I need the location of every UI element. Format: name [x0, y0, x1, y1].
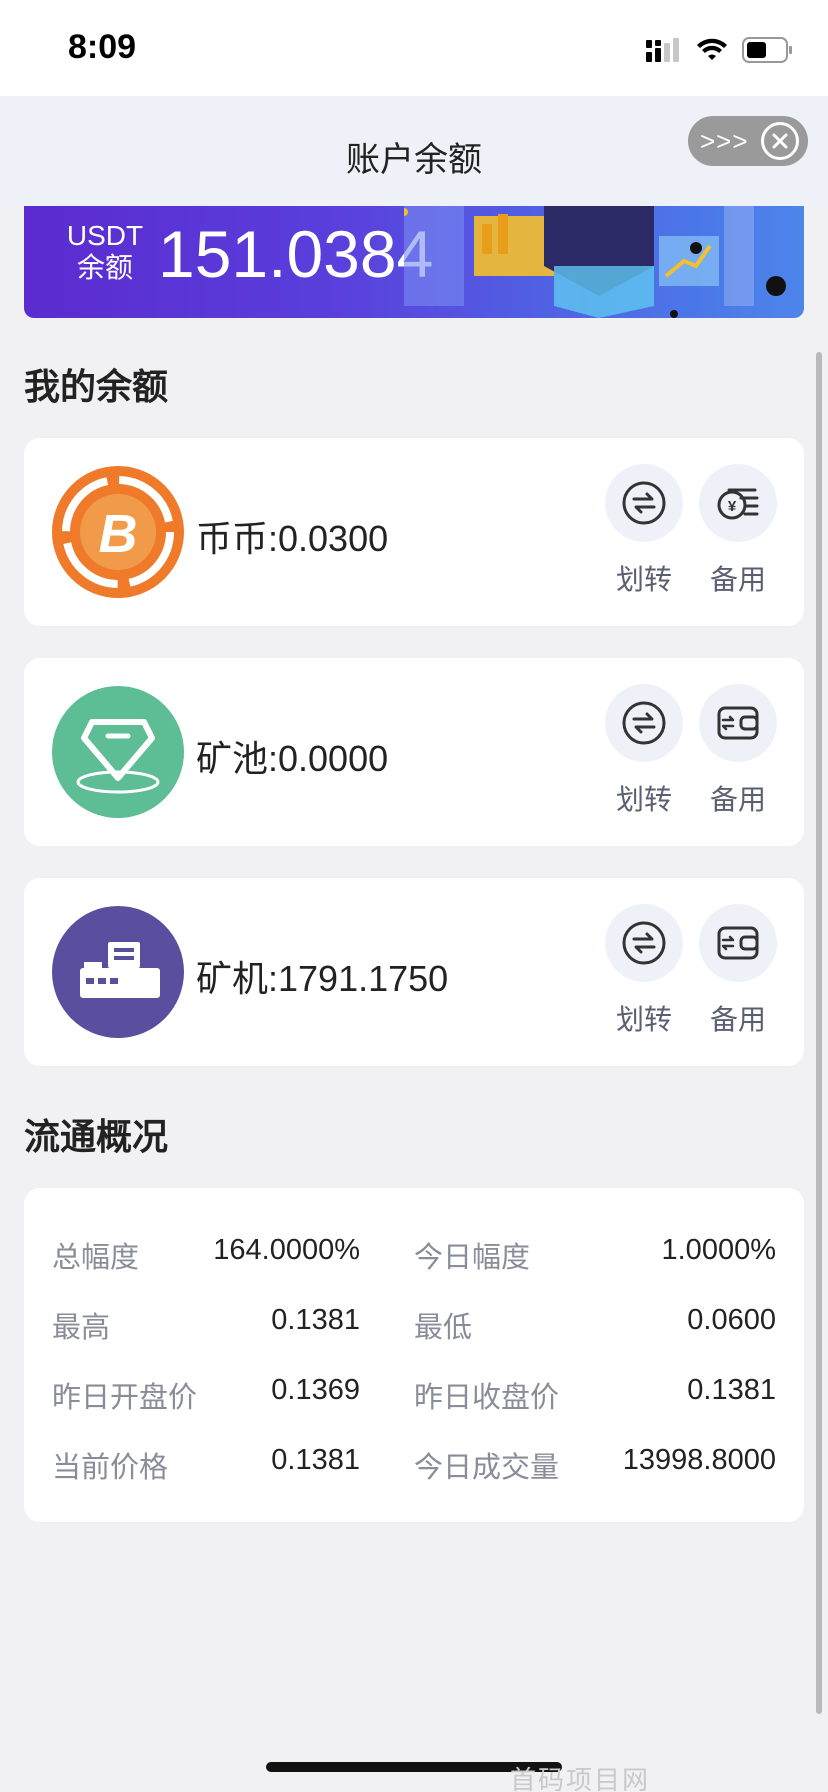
stat-row: 最高 0.1381 最低 0.0600 — [52, 1304, 776, 1344]
svg-text:B: B — [99, 504, 138, 564]
watermark-text: 首码项目网 www.E318.c — [510, 1766, 651, 1792]
stat-label: 最高 — [52, 1312, 111, 1344]
stat-value: 0.0600 — [687, 1304, 776, 1336]
stat-label: 今日成交量 — [414, 1452, 560, 1484]
banner-label-text: 余额 — [76, 252, 133, 283]
capsule-arrows[interactable]: >>> — [700, 126, 749, 157]
transfer-icon — [622, 921, 666, 965]
banner-label-currency: USDT — [66, 220, 144, 251]
coins-icon: ¥ — [717, 488, 759, 520]
stat-label: 今日幅度 — [414, 1242, 531, 1274]
asset-balance-text: 矿机:1791.1750 — [196, 958, 449, 999]
transfer-icon — [622, 481, 666, 525]
transfer-label[interactable]: 划转 — [604, 998, 684, 1038]
transfer-button-circle[interactable] — [605, 684, 683, 762]
transfer-button-circle[interactable] — [605, 464, 683, 542]
standby-label[interactable]: 备用 — [698, 778, 778, 818]
asset-balance-text: 矿池:0.0000 — [196, 738, 389, 779]
svg-text:¥: ¥ — [728, 498, 737, 515]
stat-label: 当前价格 — [52, 1452, 169, 1484]
stat-value: 0.1381 — [271, 1304, 360, 1336]
section-title-my-balance: 我的余额 — [24, 366, 169, 407]
stat-value: 164.0000% — [213, 1234, 360, 1266]
stat-row: 当前价格 0.1381 今日成交量 13998.8000 — [52, 1444, 776, 1484]
miniprogram-capsule[interactable]: >>> — [688, 116, 808, 166]
transfer-button[interactable]: 划转 — [604, 464, 684, 598]
status-bar: 8:09 — [0, 0, 828, 96]
stat-value: 0.1369 — [271, 1374, 360, 1406]
transfer-button[interactable]: 划转 — [604, 904, 684, 1038]
mining-machine-icon — [52, 906, 184, 1038]
standby-button-circle[interactable] — [699, 684, 777, 762]
stat-label: 昨日开盘价 — [52, 1382, 198, 1414]
asset-card-miner: 矿机:1791.1750 划转 备用 — [24, 878, 804, 1066]
stat-value: 1.0000% — [661, 1234, 777, 1266]
standby-button[interactable]: ¥ 备用 — [698, 464, 778, 598]
navigation-bar: 账户余额 >>> — [0, 96, 828, 206]
standby-button[interactable]: 备用 — [698, 684, 778, 818]
stat-label: 总幅度 — [52, 1242, 140, 1274]
bitcoin-b-icon: B — [52, 466, 184, 598]
wallet-icon — [717, 706, 759, 740]
transfer-label[interactable]: 划转 — [604, 778, 684, 818]
asset-card-pool: 矿池:0.0000 划转 备用 — [24, 658, 804, 846]
transfer-button[interactable]: 划转 — [604, 684, 684, 818]
standby-button-circle[interactable]: ¥ — [699, 464, 777, 542]
diamond-icon — [52, 686, 184, 818]
transfer-icon — [622, 701, 666, 745]
standby-label[interactable]: 备用 — [698, 558, 778, 598]
cellular-signal-icon — [646, 38, 679, 62]
close-icon[interactable] — [761, 122, 799, 160]
stat-label: 昨日收盘价 — [414, 1382, 560, 1414]
stat-value: 0.1381 — [687, 1374, 776, 1406]
banner-label: USDT 余额 — [62, 220, 148, 284]
transfer-button-circle[interactable] — [605, 904, 683, 982]
asset-card-spot: B 币币:0.0300 划转 ¥ 备用 — [24, 438, 804, 626]
stat-value: 13998.8000 — [622, 1444, 776, 1476]
transfer-label[interactable]: 划转 — [604, 558, 684, 598]
standby-button[interactable]: 备用 — [698, 904, 778, 1038]
battery-icon — [742, 37, 792, 63]
stat-value: 0.1381 — [271, 1444, 360, 1476]
section-title-circulation: 流通概况 — [24, 1116, 169, 1157]
status-icons — [646, 36, 794, 64]
stat-row: 昨日开盘价 0.1369 昨日收盘价 0.1381 — [52, 1374, 776, 1414]
circulation-stats-card: 总幅度 164.0000% 今日幅度 1.0000% 最高 0.1381 最低 … — [24, 1188, 804, 1522]
wallet-icon — [717, 926, 759, 960]
status-time: 8:09 — [68, 28, 137, 66]
wifi-icon — [697, 38, 727, 60]
stat-row: 总幅度 164.0000% 今日幅度 1.0000% — [52, 1234, 776, 1274]
usdt-balance-banner: USDT 余额 151.0384 — [24, 206, 804, 318]
banner-illustration — [404, 206, 786, 318]
usdt-balance-value: 151.0384 — [158, 217, 434, 291]
scrollbar[interactable] — [816, 352, 822, 1714]
asset-balance-text: 币币:0.0300 — [196, 518, 389, 559]
standby-button-circle[interactable] — [699, 904, 777, 982]
stat-label: 最低 — [414, 1312, 473, 1344]
standby-label[interactable]: 备用 — [698, 998, 778, 1038]
